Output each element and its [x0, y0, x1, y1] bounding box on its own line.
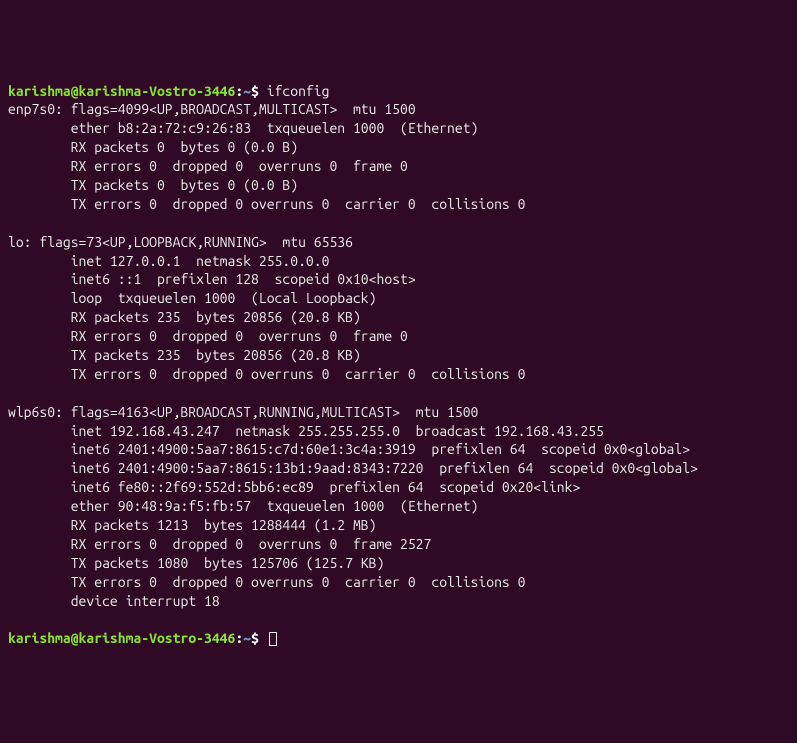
prompt-colon: :: [235, 630, 243, 646]
cursor-icon: [269, 632, 277, 646]
output-line: TX errors 0 dropped 0 overruns 0 carrier…: [8, 196, 525, 212]
output-line: RX errors 0 dropped 0 overruns 0 frame 0: [8, 328, 408, 344]
output-line: enp7s0: flags=4099<UP,BROADCAST,MULTICAS…: [8, 101, 416, 117]
typed-command: ifconfig: [267, 83, 330, 99]
output-line: inet6 fe80::2f69:552d:5bb6:ec89 prefixle…: [8, 479, 580, 495]
output-line: device interrupt 18: [8, 593, 235, 609]
output-line: TX packets 0 bytes 0 (0.0 B): [8, 177, 298, 193]
output-line: TX packets 1080 bytes 125706 (125.7 KB): [8, 555, 384, 571]
output-line: TX errors 0 dropped 0 overruns 0 carrier…: [8, 366, 525, 382]
output-line: loop txqueuelen 1000 (Local Loopback): [8, 290, 376, 306]
output-line: inet6 ::1 prefixlen 128 scopeid 0x10<hos…: [8, 271, 416, 287]
output-line: ether b8:2a:72:c9:26:83 txqueuelen 1000 …: [8, 120, 478, 136]
prompt-dollar: $: [251, 630, 267, 646]
prompt-path: ~: [243, 83, 251, 99]
output-line: wlp6s0: flags=4163<UP,BROADCAST,RUNNING,…: [8, 404, 478, 420]
output-line: TX errors 0 dropped 0 overruns 0 carrier…: [8, 574, 525, 590]
output-line: inet6 2401:4900:5aa7:8615:c7d:60e1:3c4a:…: [8, 441, 690, 457]
output-line: RX errors 0 dropped 0 overruns 0 frame 2…: [8, 536, 431, 552]
output-line: RX packets 235 bytes 20856 (20.8 KB): [8, 309, 361, 325]
prompt-user-host: karishma@karishma-Vostro-3446: [8, 630, 235, 646]
output-line: ether 90:48:9a:f5:fb:57 txqueuelen 1000 …: [8, 498, 478, 514]
output-line: lo: flags=73<UP,LOOPBACK,RUNNING> mtu 65…: [8, 234, 353, 250]
prompt-user-host: karishma@karishma-Vostro-3446: [8, 83, 235, 99]
output-line: inet 192.168.43.247 netmask 255.255.255.…: [8, 423, 604, 439]
output-line: TX packets 235 bytes 20856 (20.8 KB): [8, 347, 361, 363]
output-line: inet 127.0.0.1 netmask 255.0.0.0: [8, 253, 329, 269]
prompt-line-2[interactable]: karishma@karishma-Vostro-3446:~$: [8, 630, 277, 646]
output-line: RX packets 0 bytes 0 (0.0 B): [8, 139, 298, 155]
terminal-screen[interactable]: karishma@karishma-Vostro-3446:~$ ifconfi…: [8, 82, 789, 649]
output-line: RX packets 1213 bytes 1288444 (1.2 MB): [8, 517, 376, 533]
prompt-dollar: $: [251, 83, 267, 99]
prompt-line-1: karishma@karishma-Vostro-3446:~$ ifconfi…: [8, 83, 329, 99]
output-line: RX errors 0 dropped 0 overruns 0 frame 0: [8, 158, 408, 174]
output-line: inet6 2401:4900:5aa7:8615:13b1:9aad:8343…: [8, 460, 698, 476]
prompt-path: ~: [243, 630, 251, 646]
